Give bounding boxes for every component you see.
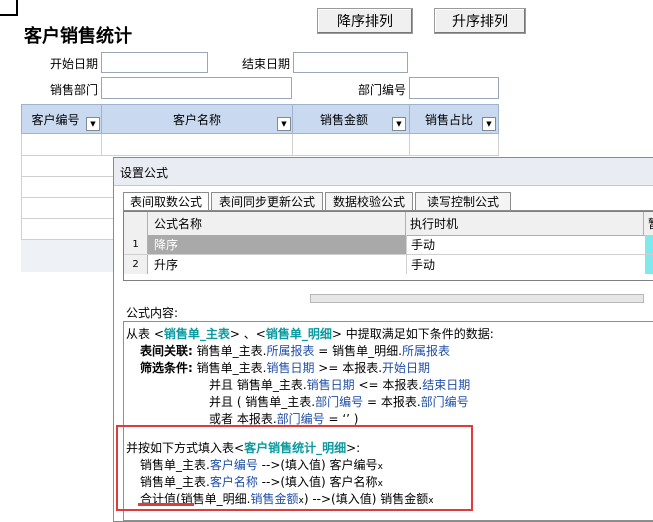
sort-desc-button[interactable]: 降序排列 (317, 8, 413, 34)
col-label: 销售占比 (424, 112, 473, 127)
grid-line (409, 134, 410, 156)
text: 并且 销售单_主表. (209, 378, 307, 392)
text: >= 本报表. (314, 361, 383, 375)
formula-name-cell[interactable]: 降序 (148, 235, 406, 254)
text: > 、< (229, 327, 266, 341)
row-number: 1 (124, 235, 148, 254)
row-number: 2 (124, 255, 148, 274)
field-name: 销售日期 (306, 378, 355, 392)
keyword: 筛选条件: (140, 361, 193, 375)
formula-table-header: 公式名称 执行时机 暂 (124, 212, 653, 236)
col-label: 客户编号 (31, 112, 80, 127)
grid-footer (21, 240, 113, 272)
horizontal-scrollbar[interactable] (310, 294, 644, 303)
dept-code-label: 部门编号 (357, 83, 406, 97)
table-name: 销售单_明细 (265, 327, 332, 341)
extra-cell (645, 255, 653, 274)
table-row[interactable]: 1 降序 手动 (124, 235, 653, 254)
col-label: 客户名称 (172, 112, 221, 127)
field-name: 所属报表 (266, 344, 315, 358)
field-name: 结束日期 (422, 378, 471, 392)
col-extra[interactable]: 暂 (646, 212, 653, 235)
keyword: 表间关联: (140, 344, 193, 358)
start-date-label: 开始日期 (49, 57, 98, 71)
row-number-header (124, 212, 148, 235)
text: > 中提取满足如下条件的数据: (331, 327, 494, 341)
timing-cell[interactable]: 手动 (406, 255, 644, 274)
field-name: 销售日期 (266, 361, 315, 375)
highlight-box (116, 425, 473, 511)
field-name: 部门编号 (276, 412, 325, 426)
text: = 本报表. (363, 395, 421, 409)
chevron-down-icon[interactable]: ▼ (277, 117, 291, 131)
highlight-underline (138, 503, 194, 506)
sales-dept-label: 销售部门 (49, 83, 98, 97)
text: 并且 ( 销售单_主表. (209, 395, 316, 409)
dept-code-input[interactable] (409, 77, 499, 99)
formula-line: 筛选条件: 销售单_主表.销售日期 >= 本报表.开始日期 (140, 359, 430, 376)
formula-name-cell[interactable]: 升序 (148, 255, 406, 274)
sales-dept-input[interactable] (101, 77, 292, 99)
chevron-down-icon[interactable]: ▼ (482, 117, 496, 131)
text: 或者 本报表. (209, 412, 277, 426)
col-execute-timing[interactable]: 执行时机 (406, 212, 644, 235)
extra-cell (645, 235, 653, 254)
text: = ‘’ ) (324, 412, 359, 426)
dialog-title: 设置公式 (120, 166, 169, 180)
table-row[interactable]: 2 升序 手动 (124, 254, 653, 274)
grid-line (101, 134, 102, 156)
grid-line (292, 134, 293, 156)
formula-table: 公式名称 执行时机 暂 1 降序 手动 2 升序 手动 (123, 211, 653, 281)
grid-line (498, 134, 499, 156)
tab-validation-formula[interactable]: 数据校验公式 (325, 192, 413, 210)
grid-line (21, 134, 22, 240)
sort-asc-button[interactable]: 升序排列 (434, 8, 526, 34)
chevron-down-icon[interactable]: ▼ (392, 117, 406, 131)
tab-sync-formula[interactable]: 表间同步更新公式 (211, 192, 323, 210)
end-date-label: 结束日期 (241, 57, 290, 71)
field-name: 开始日期 (382, 361, 431, 375)
corner-marker (0, 0, 18, 16)
tab-readwrite-formula[interactable]: 读写控制公式 (415, 192, 511, 210)
field-name: 所属报表 (401, 344, 450, 358)
formula-line: 表间关联: 销售单_主表.所属报表 = 销售单_明细.所属报表 (140, 342, 450, 359)
col-formula-name[interactable]: 公式名称 (148, 212, 406, 235)
text: 销售单_主表. (196, 361, 267, 375)
start-date-input[interactable] (101, 52, 208, 73)
content-label: 公式内容: (126, 306, 179, 320)
field-name: 部门编号 (315, 395, 364, 409)
grid-header: 客户编号 ▼ 客户名称 ▼ 销售金额 ▼ 销售占比 ▼ (21, 104, 499, 134)
text: 从表 < (126, 327, 164, 341)
chevron-down-icon[interactable]: ▼ (86, 117, 100, 131)
formula-line: 并且 销售单_主表.销售日期 <= 本报表.结束日期 (209, 376, 470, 393)
field-name: 部门编号 (420, 395, 469, 409)
col-customer-name[interactable]: 客户名称 (102, 105, 293, 133)
text: <= 本报表. (354, 378, 423, 392)
tab-lookup-formula[interactable]: 表间取数公式 (123, 192, 209, 210)
dialog-titlebar[interactable]: 设置公式 (114, 158, 653, 186)
formula-line: 并且 ( 销售单_主表.部门编号 = 本报表.部门编号 (209, 393, 469, 410)
end-date-input[interactable] (293, 52, 408, 73)
col-label: 销售金额 (319, 112, 368, 127)
table-name: 销售单_主表 (163, 327, 230, 341)
text: = 销售单_明细. (314, 344, 402, 358)
report-title: 客户销售统计 (24, 26, 132, 47)
text: 销售单_主表. (196, 344, 267, 358)
formula-line: 从表 <销售单_主表> 、<销售单_明细> 中提取满足如下条件的数据: (126, 325, 494, 342)
table-row[interactable] (21, 134, 499, 156)
timing-cell[interactable]: 手动 (406, 235, 644, 254)
